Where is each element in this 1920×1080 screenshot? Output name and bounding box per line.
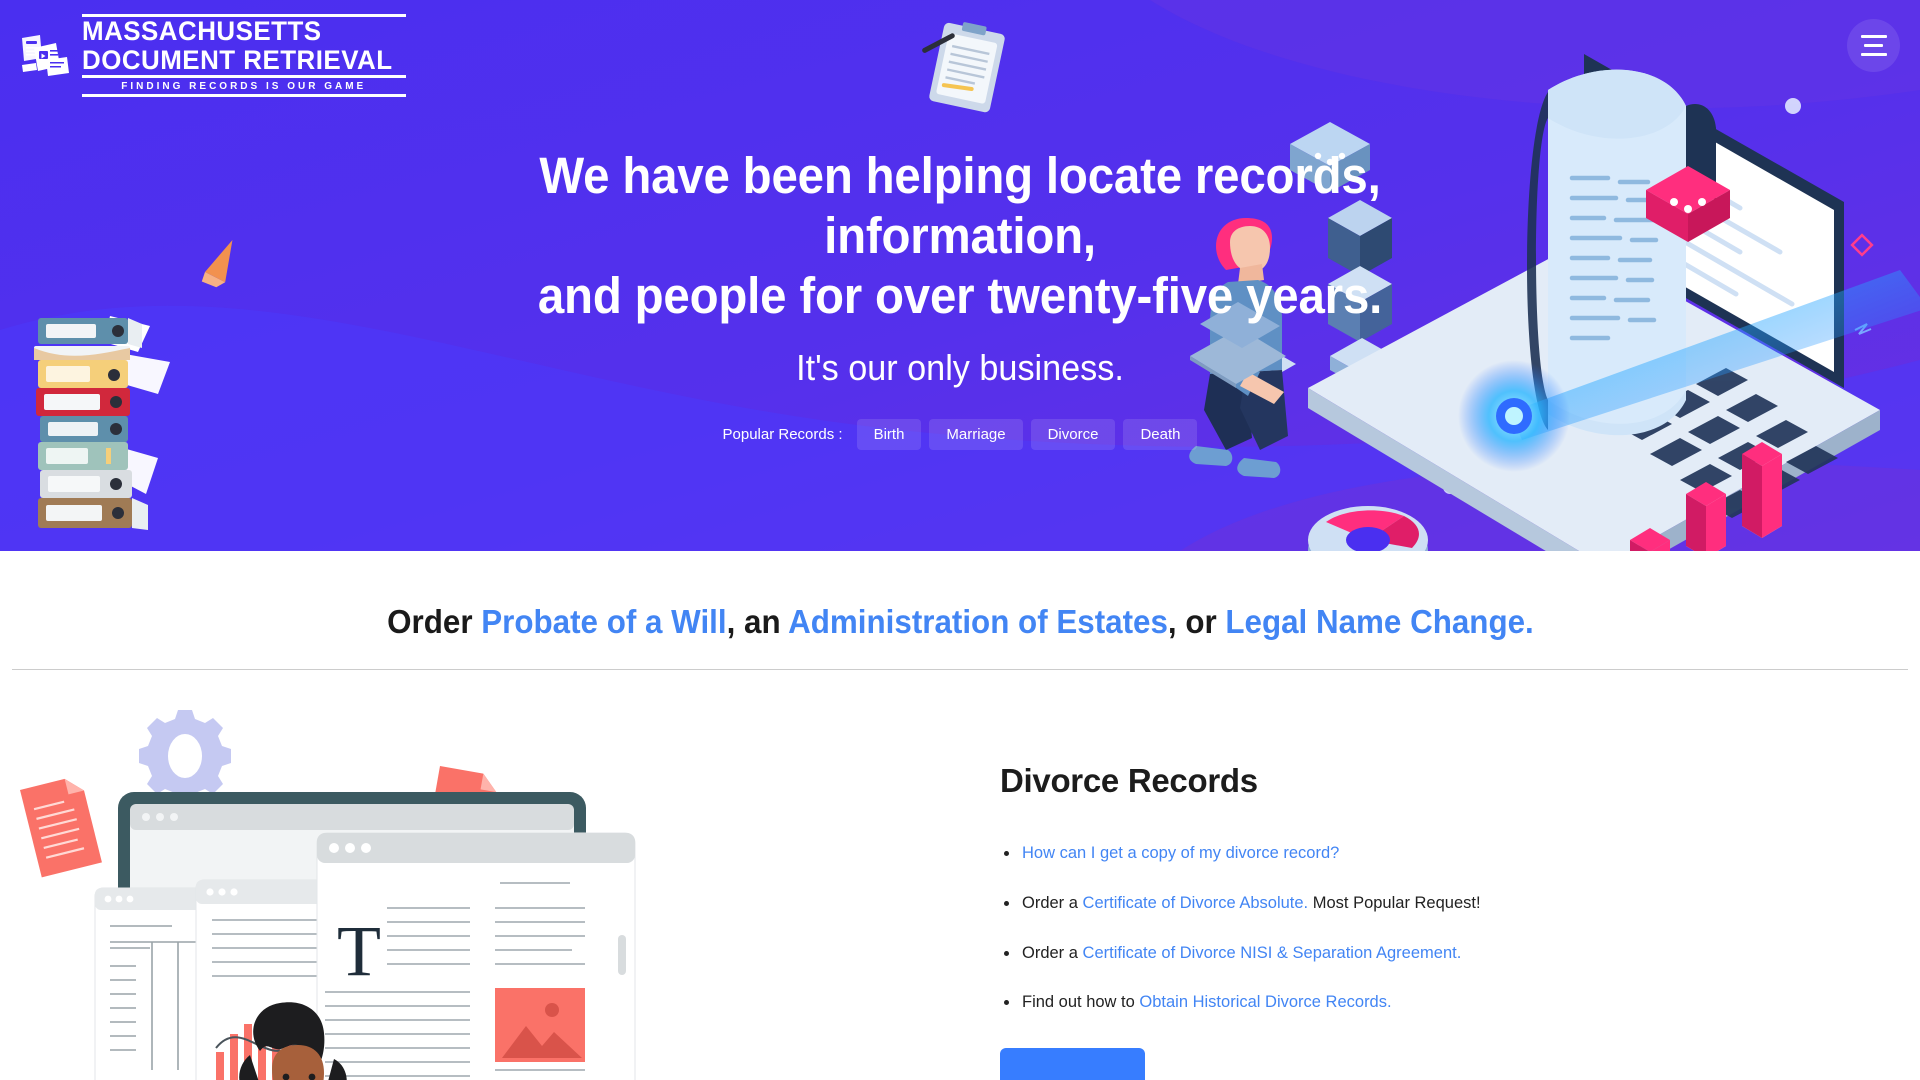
order-links-text: Order Probate of a Will, an Administrati… [387,603,1534,641]
bullet-lead-3: Order a [1022,943,1083,962]
documents-icon [22,34,69,76]
site-logo[interactable]: MASSACHUSETTS DOCUMENT RETRIEVAL FINDING… [20,14,406,98]
order-mid-2: , or [1167,603,1225,640]
link-certificate-divorce-absolute[interactable]: Certificate of Divorce Absolute. [1083,894,1309,912]
divorce-info-column: Divorce Records How can I get a copy of … [1000,670,1920,1080]
documents-illustration: T [20,710,636,1080]
logo-tagline: FINDING RECORDS IS OUR GAME [121,81,367,93]
divorce-links-list: How can I get a copy of my divorce recor… [1000,841,1920,1015]
list-item: Order a Certificate of Divorce Absolute.… [1000,891,1920,916]
hero-heading-line-2: and people for over twenty-five years. [537,267,1383,324]
logo-line-1: MASSACHUSETTS [82,16,322,46]
bullet-trail-2: Most Popular Request! [1308,893,1481,912]
logo-line-2: DOCUMENT RETRIEVAL [82,45,393,76]
menu-bar-3 [1860,53,1887,56]
link-probate-of-a-will[interactable]: Probate of a Will [481,603,726,640]
link-certificate-divorce-nisi[interactable]: Certificate of Divorce NISI & Separation… [1083,944,1462,962]
popular-record-marriage[interactable]: Marriage [929,419,1023,450]
popular-records-label: Popular Records : [722,426,843,443]
hamburger-menu-icon[interactable] [1847,19,1900,72]
link-how-to-get-copy[interactable]: How can I get a copy of my divorce recor… [1022,844,1339,862]
list-item: Order a Certificate of Divorce NISI & Se… [1000,941,1920,966]
divorce-illustration-column: T [0,670,1000,1080]
page-title: We have been helping locate records, inf… [411,146,1508,326]
order-prefix: Order [386,603,481,640]
list-item: How can I get a copy of my divorce recor… [1000,841,1920,866]
popular-records-row: Popular Records : Birth Marriage Divorce… [0,419,1920,450]
menu-bar-1 [1860,35,1887,38]
front-document-window: T [316,832,636,1080]
divorce-records-section: T Divorce Records How can I get a copy o… [0,670,1920,1080]
hero-section: MASSACHUSETTS DOCUMENT RETRIEVAL FINDING… [0,0,1920,551]
red-document-left [20,778,102,878]
popular-record-birth[interactable]: Birth [856,419,922,450]
bullet-lead-2: Order a [1022,893,1083,912]
divorce-records-title: Divorce Records [1000,762,1258,799]
order-now-button[interactable] [1000,1048,1145,1080]
popular-record-divorce[interactable]: Divorce [1030,419,1116,450]
gear-icon [139,710,231,802]
link-administration-of-estates[interactable]: Administration of Estates [788,603,1168,640]
link-obtain-historical-divorce-records[interactable]: Obtain Historical Divorce Records. [1139,993,1391,1011]
order-mid-1: , an [726,603,788,640]
logo-rule-bottom [82,94,406,98]
popular-record-death[interactable]: Death [1123,419,1198,450]
hero-heading-line-1: We have been helping locate records, inf… [539,147,1381,264]
menu-bar-2 [1864,44,1883,47]
svg-text:T: T [337,911,381,991]
list-item: Find out how to Obtain Historical Divorc… [1000,990,1920,1015]
link-legal-name-change[interactable]: Legal Name Change. [1225,603,1533,640]
hero-subheading: It's our only business. [796,347,1124,388]
bullet-lead-4: Find out how to [1022,993,1140,1012]
order-links-bar: Order Probate of a Will, an Administrati… [0,551,1920,670]
